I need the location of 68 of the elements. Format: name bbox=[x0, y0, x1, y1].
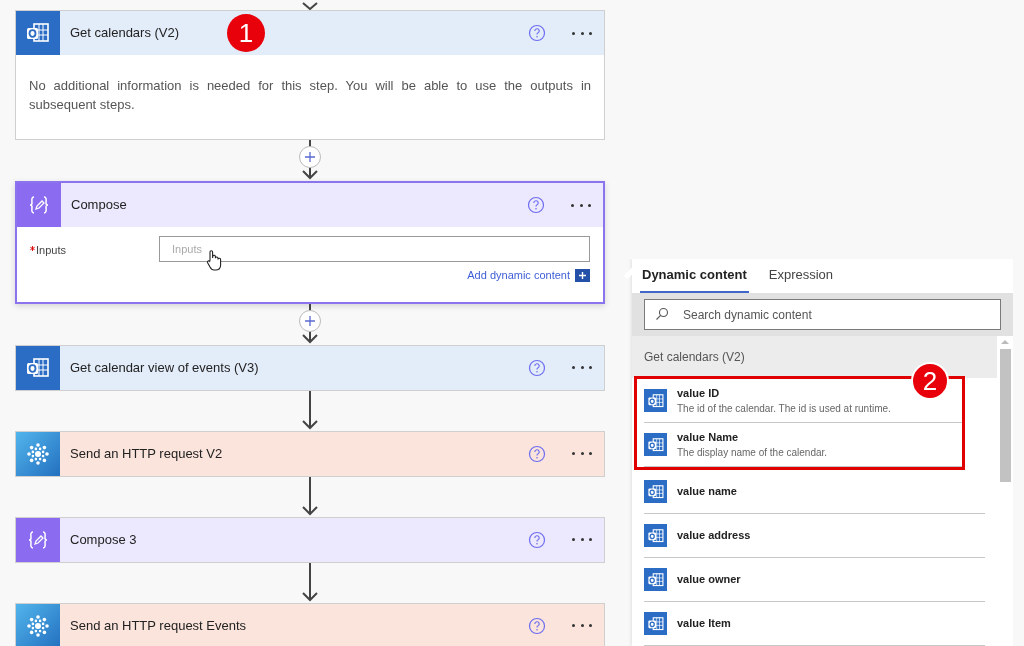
panel-tab[interactable]: Expression bbox=[766, 259, 836, 294]
plus-icon bbox=[304, 314, 316, 327]
compose-step-icon bbox=[17, 183, 61, 227]
outlook-step-icon bbox=[16, 345, 60, 390]
step-title: Compose 3 bbox=[70, 530, 137, 549]
search-icon bbox=[655, 307, 669, 322]
dynamic-content-item[interactable]: value Item bbox=[644, 605, 731, 642]
item-description: The id of the calendar. The id is used at runtime. bbox=[677, 402, 891, 417]
http-step-icon bbox=[16, 431, 60, 476]
outlook-step-icon bbox=[16, 11, 60, 55]
group-header: Get calendars (V2) bbox=[644, 349, 745, 366]
step-card[interactable]: Compose Inputs Inputs Add dynamic content bbox=[15, 181, 605, 304]
help-icon[interactable] bbox=[527, 196, 545, 214]
input-field[interactable]: Inputs bbox=[159, 236, 590, 262]
scroll-up-icon[interactable] bbox=[1001, 339, 1009, 345]
help-icon[interactable] bbox=[528, 530, 546, 549]
step-title: Compose bbox=[71, 196, 127, 215]
item-title: value address bbox=[677, 528, 751, 544]
item-title: value owner bbox=[677, 572, 741, 588]
callout-badge: 2 bbox=[911, 362, 949, 400]
dynamic-content-item[interactable]: value Name The display name of the calendar. bbox=[644, 426, 828, 463]
compose-step-icon bbox=[16, 517, 60, 562]
calendar-icon bbox=[644, 433, 667, 456]
calendar-icon bbox=[644, 480, 667, 503]
dynamic-content-item[interactable]: value ID The id of the calendar. The id is used at runtime. bbox=[644, 382, 891, 419]
help-icon[interactable] bbox=[528, 616, 546, 635]
dynamic-content-item[interactable]: value address bbox=[644, 517, 751, 554]
more-options-icon[interactable] bbox=[572, 536, 592, 543]
step-card[interactable]: Send an HTTP request Events bbox=[15, 602, 605, 646]
dynamic-content-item[interactable]: value name bbox=[644, 473, 737, 510]
item-title: value Name bbox=[677, 429, 740, 445]
more-options-icon[interactable] bbox=[572, 364, 592, 371]
callout-badge: 1 bbox=[227, 14, 265, 52]
help-icon[interactable] bbox=[528, 358, 546, 377]
step-title: Send an HTTP request V2 bbox=[70, 444, 223, 463]
more-options-icon[interactable] bbox=[571, 202, 591, 208]
calendar-icon bbox=[644, 524, 667, 547]
http-step-icon bbox=[16, 603, 60, 646]
help-icon[interactable] bbox=[528, 444, 546, 463]
search-field[interactable]: Search dynamic content bbox=[644, 299, 1001, 331]
scrollbar-thumb[interactable] bbox=[999, 349, 1011, 482]
plus-icon bbox=[304, 151, 316, 163]
step-title: Get calendar view of events (V3) bbox=[70, 358, 259, 377]
step-card[interactable]: Get calendar view of events (V3) bbox=[15, 344, 605, 391]
calendar-icon bbox=[644, 389, 667, 412]
more-options-icon[interactable] bbox=[572, 450, 592, 457]
step-title: Get calendars (V2) bbox=[70, 24, 180, 43]
add-step-button[interactable] bbox=[299, 309, 321, 332]
calendar-icon bbox=[644, 568, 667, 591]
step-title: Send an HTTP request Events bbox=[70, 616, 247, 635]
item-title: value Item bbox=[677, 616, 731, 632]
item-title: value name bbox=[677, 484, 737, 500]
hand-cursor-icon bbox=[205, 249, 223, 271]
field-label: Inputs bbox=[36, 243, 66, 258]
item-description: The display name of the calendar. bbox=[677, 446, 828, 461]
more-options-icon[interactable] bbox=[572, 622, 592, 629]
item-title: value ID bbox=[677, 385, 721, 401]
dynamic-content-item[interactable]: value owner bbox=[644, 561, 741, 598]
add-icon[interactable] bbox=[575, 268, 590, 282]
step-card[interactable]: Compose 3 bbox=[15, 516, 605, 563]
step-card[interactable]: Get calendars (V2) 1 No additional information is needed for this step. You will be able to use the outputs in subsequent steps. bbox=[15, 10, 605, 140]
add-step-button[interactable] bbox=[299, 146, 321, 168]
more-options-icon[interactable] bbox=[572, 30, 592, 36]
step-message: No additional information is needed for this step. You will be able to use the outputs in subsequent steps. bbox=[29, 77, 591, 114]
calendar-icon bbox=[644, 612, 667, 635]
step-card[interactable]: Send an HTTP request V2 bbox=[15, 430, 605, 477]
help-icon[interactable] bbox=[528, 24, 546, 42]
add-dynamic-content-link[interactable]: Add dynamic content bbox=[467, 267, 570, 284]
